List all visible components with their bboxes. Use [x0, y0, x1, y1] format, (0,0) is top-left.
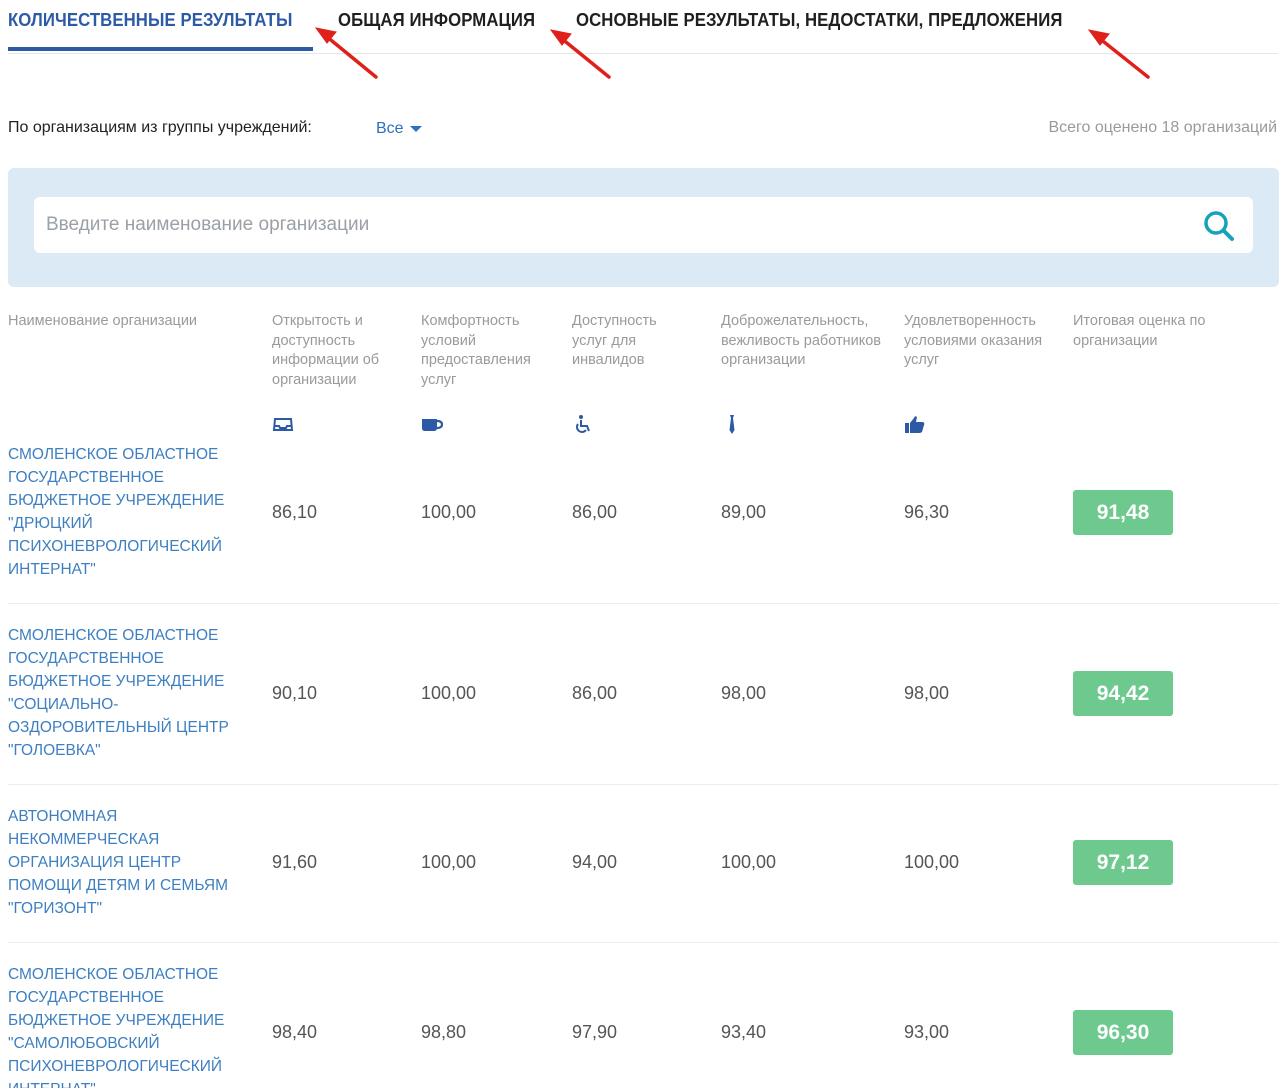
- accessibility-value: 94,00: [572, 852, 618, 872]
- caret-down-icon: [409, 125, 422, 132]
- comfort-value: 100,00: [421, 852, 477, 872]
- search-panel: [8, 168, 1279, 287]
- group-filter-value: Все: [376, 120, 404, 137]
- satisfaction-value: 96,30: [904, 502, 950, 522]
- tab-quantitative-results[interactable]: КОЛИЧЕСТВЕННЫЕ РЕЗУЛЬТАТЫ: [8, 10, 292, 31]
- organization-link[interactable]: СМОЛЕНСКОЕ ОБЛАСТНОЕ ГОСУДАРСТВЕННОЕ БЮД…: [8, 963, 248, 1088]
- comfort-value: 98,80: [421, 1022, 467, 1042]
- tab-general-info[interactable]: ОБЩАЯ ИНФОРМАЦИЯ: [338, 10, 535, 31]
- coffee-cup-icon: [422, 419, 443, 431]
- openness-value: 86,10: [272, 502, 318, 522]
- column-header-comfort: Комфортность условий предоставления услу…: [421, 313, 531, 388]
- table-row: СМОЛЕНСКОЕ ОБЛАСТНОЕ ГОСУДАРСТВЕННОЕ БЮД…: [8, 604, 1279, 785]
- table-row: СМОЛЕНСКОЕ ОБЛАСТНОЕ ГОСУДАРСТВЕННОЕ БЮД…: [8, 440, 1279, 604]
- total-evaluated: Всего оценено 18 организаций: [1048, 119, 1277, 136]
- organization-link[interactable]: СМОЛЕНСКОЕ ОБЛАСТНОЕ ГОСУДАРСТВЕННОЕ БЮД…: [8, 443, 248, 581]
- total-score-badge: 96,30: [1073, 1010, 1173, 1055]
- tie-icon: [729, 415, 735, 434]
- satisfaction-value: 98,00: [904, 683, 950, 703]
- table-row: СМОЛЕНСКОЕ ОБЛАСТНОЕ ГОСУДАРСТВЕННОЕ БЮД…: [8, 943, 1279, 1088]
- openness-value: 91,60: [272, 852, 318, 872]
- group-filter-label: По организациям из группы учреждений:: [8, 119, 312, 136]
- column-header-courtesy: Доброжелательность, вежливость работнико…: [721, 313, 881, 368]
- search-box: [34, 197, 1253, 253]
- search-input[interactable]: [46, 197, 1186, 253]
- table-row: АВТОНОМНАЯ НЕКОММЕРЧЕСКАЯ ОРГАНИЗАЦИЯ ЦЕ…: [8, 785, 1279, 943]
- column-header-satisfaction: Удовлетворенность условиями оказания усл…: [904, 313, 1043, 368]
- thumbs-up-icon: [905, 416, 925, 433]
- organization-link[interactable]: СМОЛЕНСКОЕ ОБЛАСТНОЕ ГОСУДАРСТВЕННОЕ БЮД…: [8, 624, 248, 762]
- openness-value: 98,40: [272, 1022, 318, 1042]
- column-header-name: Наименование организации: [8, 313, 198, 329]
- satisfaction-value: 93,00: [904, 1022, 950, 1042]
- satisfaction-value: 100,00: [904, 852, 960, 872]
- tab-main-results[interactable]: ОСНОВНЫЕ РЕЗУЛЬТАТЫ, НЕДОСТАТКИ, ПРЕДЛОЖ…: [576, 10, 1062, 31]
- active-tab-indicator: [8, 47, 313, 51]
- courtesy-value: 89,00: [721, 502, 767, 522]
- total-score-badge: 97,12: [1073, 840, 1173, 885]
- accessibility-value: 86,00: [572, 502, 618, 522]
- courtesy-value: 93,40: [721, 1022, 767, 1042]
- openness-value: 90,10: [272, 683, 318, 703]
- wheelchair-icon: [576, 415, 590, 433]
- organization-link[interactable]: АВТОНОМНАЯ НЕКОММЕРЧЕСКАЯ ОРГАНИЗАЦИЯ ЦЕ…: [8, 805, 248, 920]
- accessibility-value: 86,00: [572, 683, 618, 703]
- group-filter-dropdown[interactable]: Все: [376, 120, 422, 138]
- total-score-badge: 94,42: [1073, 671, 1173, 716]
- comfort-value: 100,00: [421, 502, 477, 522]
- comfort-value: 100,00: [421, 683, 477, 703]
- courtesy-value: 98,00: [721, 683, 767, 703]
- total-score-badge: 91,48: [1073, 490, 1173, 535]
- tab-bar: КОЛИЧЕСТВЕННЫЕ РЕЗУЛЬТАТЫ ОБЩАЯ ИНФОРМАЦ…: [8, 0, 1278, 54]
- accessibility-value: 97,90: [572, 1022, 618, 1042]
- inbox-icon: [272, 418, 294, 431]
- column-header-openness: Открытость и доступность информации об о…: [272, 313, 380, 388]
- search-icon[interactable]: [1203, 210, 1235, 242]
- column-header-accessibility: Доступность услуг для инвалидов: [572, 313, 657, 368]
- column-header-total: Итоговая оценка по организации: [1073, 313, 1206, 349]
- courtesy-value: 100,00: [721, 852, 777, 872]
